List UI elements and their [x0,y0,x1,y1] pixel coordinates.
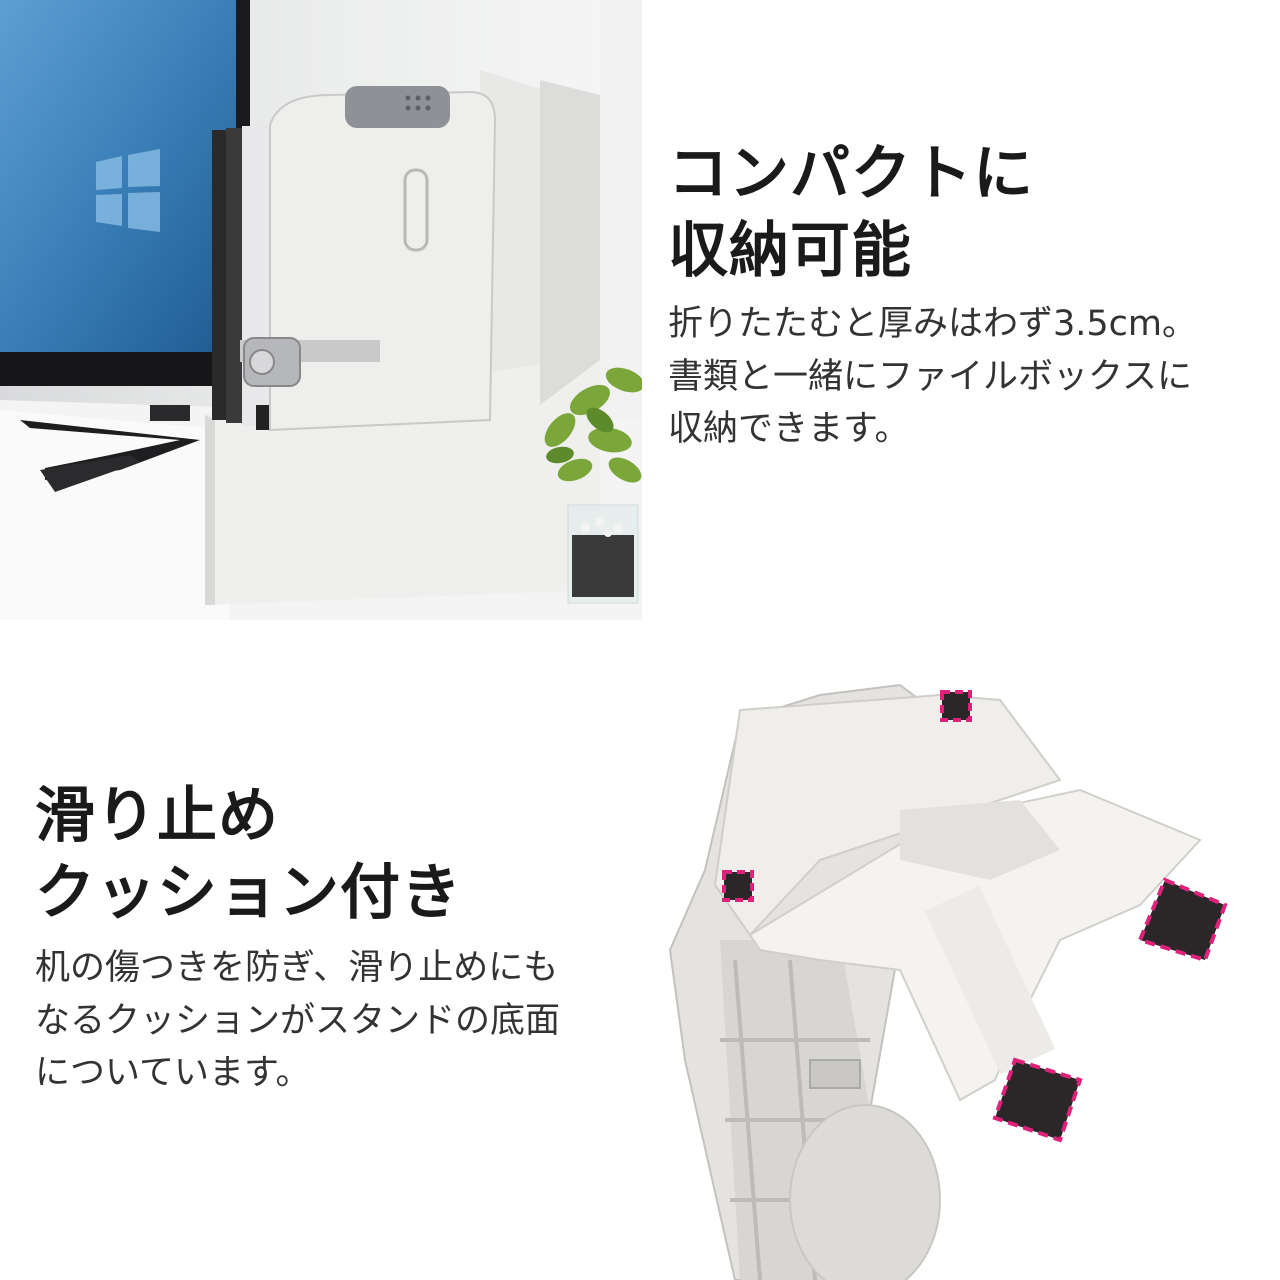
heading-line: 滑り止め [35,781,279,851]
anti-slip-pad-left [722,870,754,902]
heading-line: クッション付き [35,857,462,928]
description-line: についています。 [35,1053,311,1093]
anti-slip-pad-top [940,690,972,722]
description-line: 折りたたむと厚みはわず3.5cm。 [668,304,1198,344]
description-anti-slip: 机の傷つきを防ぎ、滑り止めにも なるクッションがスタンドの底面 についています。 [35,942,560,1100]
product-photo-storage [0,0,642,620]
description-line: 机の傷つきを防ぎ、滑り止めにも [35,948,559,988]
description-line: 収納できます。 [668,409,910,449]
description-line: なるクッションがスタンドの底面 [35,1000,561,1041]
heading-storage: コンパクトに 収納可能 [668,136,1034,290]
description-line: 書類と一緒にファイルボックスに [668,356,1192,397]
folded-stand [240,86,497,432]
heading-line: 収納可能 [668,215,912,286]
heading-line: コンパクトに [668,139,1034,209]
description-storage: 折りたたむと厚みはわず3.5cm。 書類と一緒にファイルボックスに 収納できます… [668,298,1197,456]
product-photo-underside [640,640,1280,1280]
heading-anti-slip: 滑り止め クッション付き [35,778,462,932]
